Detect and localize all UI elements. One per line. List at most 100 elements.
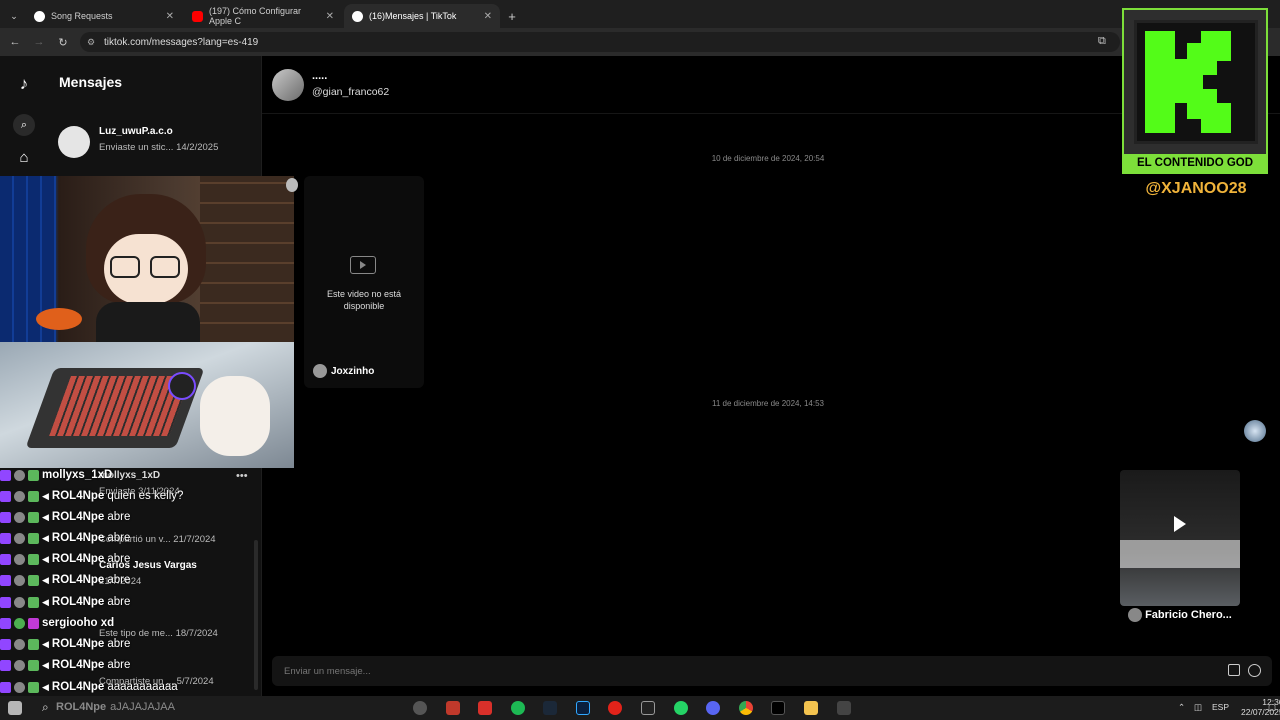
language-indicator[interactable]: ESP: [1212, 702, 1229, 712]
windows-start-icon[interactable]: [8, 701, 22, 715]
voicemod-icon[interactable]: [478, 701, 492, 715]
chat-message: sergiooho xd: [0, 614, 114, 632]
twitch-chat-overlay: mollyxs_1xD ◀ ROL4Npe quien es kelly? ◀ …: [0, 466, 294, 696]
discord-icon[interactable]: [706, 701, 720, 715]
image-upload-icon[interactable]: [1228, 664, 1240, 676]
speaker-badge-icon: ◀: [42, 638, 49, 649]
globe-badge-icon: [14, 659, 25, 671]
chat-message: ◀ ROL4Npe abre: [0, 635, 130, 653]
install-app-icon[interactable]: ⧉: [1098, 35, 1106, 48]
shared-video-card[interactable]: Este video no está disponible Joxzinho: [304, 176, 424, 388]
avatar[interactable]: [272, 69, 304, 101]
live-card-name[interactable]: Fabricio Chero...: [1128, 608, 1232, 622]
overlay-tag: EL CONTENIDO GOD: [1124, 154, 1266, 172]
file-explorer-icon[interactable]: [804, 701, 818, 715]
close-icon[interactable]: ✕: [484, 11, 492, 22]
checkmark-badge-icon: [28, 511, 39, 523]
checkmark-badge-icon: [28, 659, 39, 671]
whatsapp-icon[interactable]: [674, 701, 688, 715]
app-icon[interactable]: [837, 701, 851, 715]
speaker-badge-icon: ◀: [42, 659, 49, 670]
kick-logo-icon: [1134, 20, 1258, 144]
forward-arrow-icon[interactable]: →: [27, 36, 51, 48]
tab-search-button[interactable]: ⌄: [4, 4, 24, 28]
emoji-icon[interactable]: [1248, 664, 1261, 677]
search-icon[interactable]: ⌕: [13, 114, 35, 136]
app-icon[interactable]: [608, 701, 622, 715]
chevron-up-icon[interactable]: ⌃: [1178, 702, 1185, 713]
chat-message: ◀ ROL4Npe abre: [0, 656, 130, 674]
valorant-icon[interactable]: [446, 701, 460, 715]
globe-badge-icon: [14, 681, 25, 693]
checkmark-badge-icon: [28, 553, 39, 565]
new-tab-button[interactable]: +: [502, 4, 522, 28]
streamer-handle: @XJANOO28: [1145, 180, 1247, 197]
sidebar-title: Mensajes: [59, 74, 123, 90]
photoshop-icon[interactable]: [576, 701, 590, 715]
checkmark-badge-icon: [28, 469, 39, 481]
speaker-badge-icon: ◀: [42, 574, 49, 585]
tiktok-logo-icon[interactable]: ♪: [14, 74, 34, 94]
url-field[interactable]: ⚙ tiktok.com/messages?lang=es-419: [80, 32, 1120, 52]
home-icon[interactable]: ⌂: [14, 149, 34, 169]
conversation-item[interactable]: Luz_uwuP.a.c.o Enviaste un stic... 14/2/…: [58, 122, 258, 162]
video-unavailable-text: Este video no está disponible: [326, 289, 402, 311]
chat-contact-handle[interactable]: @gian_franco62: [312, 86, 389, 98]
checkmark-badge-icon: [28, 490, 39, 502]
taskbar: ⌕ ROL4Npe aJAJAJAJAA ⌃ ◫ ESP 12:3622/07/…: [0, 696, 1280, 720]
twitch-badge-icon: [0, 490, 11, 502]
tiktok-icon: [352, 10, 363, 22]
twitch-badge-icon: [0, 553, 11, 565]
checkmark-badge-icon: [28, 596, 39, 608]
speaker-badge-icon: ◀: [42, 596, 49, 607]
speaker-badge-icon: ◀: [42, 490, 49, 501]
epic-games-icon[interactable]: [641, 701, 655, 715]
address-bar-row: ← → ↻ ⚙ tiktok.com/messages?lang=es-419 …: [0, 28, 1280, 56]
globe-badge-icon: [14, 469, 25, 481]
checkmark-badge-icon: [28, 532, 39, 544]
site-info-icon[interactable]: ⚙: [87, 37, 95, 48]
heart-badge-icon: [28, 617, 39, 629]
globe-badge-icon: [14, 596, 25, 608]
chat-message: ◀ ROL4Npe quien es kelly?: [0, 487, 183, 505]
notification-icon[interactable]: ▢: [1268, 702, 1276, 713]
close-icon[interactable]: ✕: [326, 11, 334, 22]
spotify-icon[interactable]: [511, 701, 525, 715]
search-icon[interactable]: ⌕: [42, 700, 49, 715]
checkmark-badge-icon: [28, 681, 39, 693]
message-date: 10 de diciembre de 2024, 20:54: [711, 154, 825, 163]
checkmark-badge-icon: [28, 638, 39, 650]
tiktok-icon[interactable]: [771, 701, 785, 715]
chevron-down-icon: ⌄: [10, 10, 18, 21]
streamer-avatar-overlay: [0, 176, 294, 342]
twitch-badge-icon: [0, 659, 11, 671]
tab-song-requests[interactable]: Song Requests ✕: [26, 4, 182, 28]
network-icon[interactable]: ◫: [1194, 702, 1202, 713]
video-author[interactable]: Joxzinho: [331, 366, 374, 377]
twitch-badge-icon: [0, 511, 11, 523]
chat-message: ◀ ROL4Npe abre: [0, 571, 130, 589]
chrome-icon[interactable]: [739, 701, 753, 715]
back-arrow-icon[interactable]: ←: [3, 36, 27, 48]
mouse: [168, 372, 196, 400]
tab-tiktok-messages[interactable]: (16)Mensajes | TikTok ✕: [344, 4, 500, 28]
video-icon: [350, 256, 376, 274]
close-icon[interactable]: ✕: [166, 11, 174, 22]
avatar: [58, 126, 90, 158]
youtube-icon: [192, 10, 203, 22]
globe-badge-icon: [14, 617, 25, 629]
steam-icon[interactable]: [543, 701, 557, 715]
chat-contact-name[interactable]: .....: [312, 70, 327, 82]
tab-youtube[interactable]: (197) Cómo Configurar Apple C ✕: [184, 4, 342, 28]
kick-logo-overlay: EL CONTENIDO GOD: [1122, 8, 1268, 174]
globe-badge-icon: [14, 490, 25, 502]
twitch-badge-icon: [0, 574, 11, 586]
twitch-badge-icon: [0, 469, 11, 481]
browser-tab-bar: ⌄ Song Requests ✕ (197) Cómo Configurar …: [0, 0, 1280, 28]
message-input[interactable]: [284, 663, 884, 679]
chat-message: ◀ ROL4Npe aaaaaaaaaaa: [0, 678, 178, 696]
obs-icon[interactable]: [413, 701, 427, 715]
reload-icon[interactable]: ↻: [51, 36, 75, 49]
avatar[interactable]: [1244, 420, 1266, 442]
live-video-preview[interactable]: [1120, 470, 1240, 606]
